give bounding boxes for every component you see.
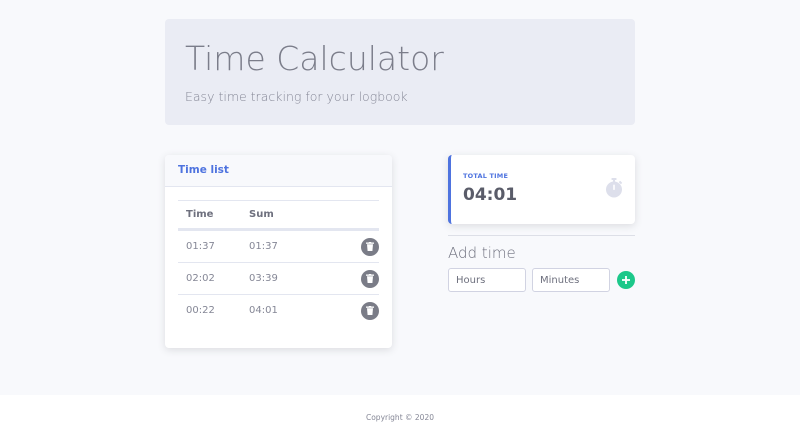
page-subtitle: Easy time tracking for your logbook bbox=[185, 89, 408, 104]
delete-button[interactable] bbox=[361, 269, 379, 288]
total-time-label: Total time bbox=[463, 172, 509, 180]
delete-button[interactable] bbox=[361, 301, 379, 320]
total-time-value: 04:01 bbox=[463, 185, 518, 205]
add-time-button[interactable] bbox=[617, 271, 635, 289]
divider bbox=[448, 235, 635, 236]
table-row: 01:37 01:37 bbox=[178, 230, 379, 262]
row-time: 02:02 bbox=[186, 273, 215, 284]
row-time: 00:22 bbox=[186, 305, 215, 316]
table-header-row: Time Sum bbox=[178, 200, 379, 230]
time-list-title: Time list bbox=[165, 155, 392, 187]
hours-input[interactable] bbox=[448, 268, 526, 292]
stopwatch-icon bbox=[606, 178, 623, 198]
row-sum: 03:39 bbox=[249, 273, 278, 284]
total-time-card: Total time 04:01 bbox=[448, 155, 635, 224]
trash-icon bbox=[366, 242, 374, 251]
page-title: Time Calculator bbox=[185, 39, 444, 78]
minutes-input[interactable] bbox=[532, 268, 610, 292]
column-header-sum: Sum bbox=[249, 209, 274, 220]
footer: Copyright © 2020 bbox=[0, 395, 800, 443]
row-time: 01:37 bbox=[186, 241, 215, 252]
add-time-title: Add time bbox=[448, 244, 516, 262]
copyright-text: Copyright © 2020 bbox=[365, 413, 434, 422]
table-row: 00:22 04:01 bbox=[178, 294, 379, 326]
time-table: Time Sum 01:37 01:37 02:02 03:39 00:22 0… bbox=[178, 200, 379, 326]
page-header: Time Calculator Easy time tracking for y… bbox=[165, 19, 635, 125]
row-sum: 04:01 bbox=[249, 305, 278, 316]
time-list-card: Time list Time Sum 01:37 01:37 02:02 03:… bbox=[165, 155, 392, 348]
table-row: 02:02 03:39 bbox=[178, 262, 379, 294]
delete-button[interactable] bbox=[361, 237, 379, 256]
column-header-time: Time bbox=[186, 209, 214, 220]
trash-icon bbox=[366, 274, 374, 283]
row-sum: 01:37 bbox=[249, 241, 278, 252]
plus-icon bbox=[622, 276, 630, 284]
trash-icon bbox=[366, 306, 374, 315]
